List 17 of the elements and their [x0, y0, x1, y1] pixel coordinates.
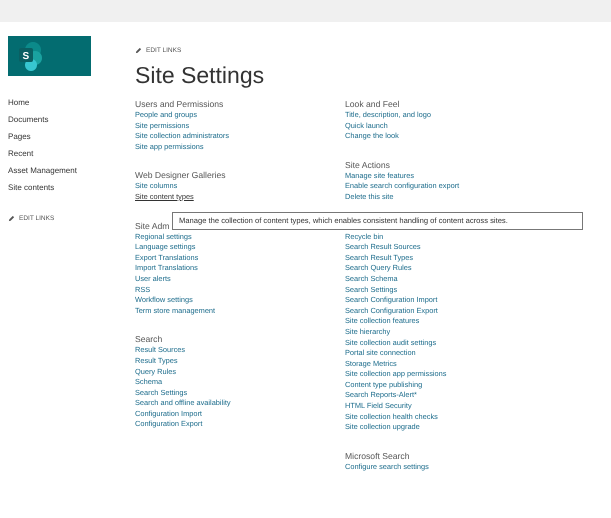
section-heading: Look and Feel — [345, 98, 400, 110]
nav-link[interactable]: Home — [8, 94, 127, 111]
section-heading: Search — [135, 333, 162, 346]
pencil-icon — [8, 215, 15, 222]
section-heading: Site Adm — [135, 220, 170, 232]
nav-link[interactable]: Asset Management — [8, 162, 127, 179]
section-heading: Users and Permissions — [135, 98, 224, 110]
section-heading: Web Designer Galleries — [135, 169, 226, 182]
pencil-icon — [135, 47, 142, 54]
site-logo[interactable]: S — [8, 36, 91, 76]
section-heading: Microsoft Search — [345, 450, 410, 462]
nav-link[interactable]: Recent — [8, 145, 127, 162]
nav-link[interactable]: Pages — [8, 128, 127, 145]
nav-link[interactable]: Site contents — [8, 179, 127, 196]
nav-link[interactable]: Documents — [8, 111, 127, 128]
page-title: Site Settings — [135, 62, 266, 88]
section-heading: Site Actions — [345, 158, 390, 171]
